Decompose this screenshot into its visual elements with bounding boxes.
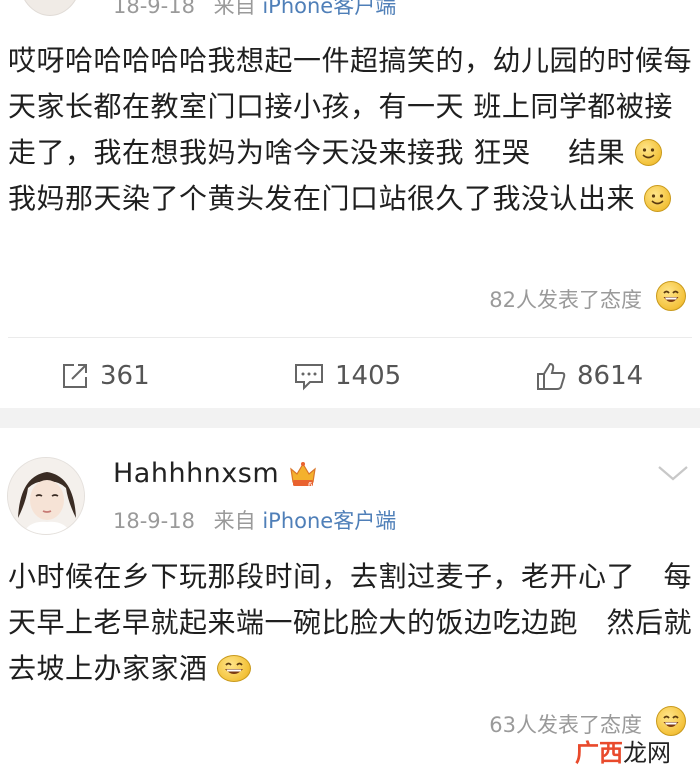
post1-from: 来自 bbox=[213, 0, 256, 18]
repost-button[interactable]: 361 bbox=[60, 356, 150, 396]
like-count: 8614 bbox=[577, 361, 644, 391]
post2-date: 18-9-18 bbox=[113, 509, 195, 533]
post2-meta: 18-9-18 来自 iPhone客户端 bbox=[113, 505, 396, 535]
post1-source-link[interactable]: iPhone客户端 bbox=[262, 0, 396, 18]
post2-from: 来自 bbox=[213, 509, 256, 533]
svg-text:6: 6 bbox=[308, 481, 313, 488]
avatar[interactable] bbox=[7, 457, 85, 535]
laughing-emoji-icon[interactable] bbox=[656, 281, 686, 311]
smile-emoji-icon bbox=[634, 139, 662, 166]
post1-attitude-text[interactable]: 82人发表了态度 bbox=[489, 284, 642, 314]
comment-button[interactable]: 1405 bbox=[293, 356, 401, 396]
feed-separator bbox=[0, 408, 700, 428]
chevron-down-icon[interactable] bbox=[656, 462, 690, 484]
like-button[interactable]: 8614 bbox=[535, 356, 643, 396]
post1-divider bbox=[8, 337, 692, 338]
post2-source-link[interactable]: iPhone客户端 bbox=[262, 509, 396, 533]
post2-text-body: 小时候在乡下玩那段时间，去割过麦子，老开心了 每天早上老早就起来端一碗比脸大的饭… bbox=[8, 560, 693, 685]
post1-text-part1: 哎呀哈哈哈哈哈我想起一件超搞笑的，幼儿园的时候每天家长都在教室门口接小孩，有一天… bbox=[8, 44, 693, 169]
laughing-emoji-icon bbox=[216, 655, 251, 682]
comment-count: 1405 bbox=[335, 361, 402, 391]
comment-icon bbox=[295, 364, 323, 391]
post1-text: 哎呀哈哈哈哈哈我想起一件超搞笑的，幼儿园的时候每天家长都在教室门口接小孩，有一天… bbox=[8, 38, 694, 222]
like-icon bbox=[537, 362, 566, 390]
watermark-black: 龙网 bbox=[623, 739, 671, 767]
post1-meta: 18-9-18 来自 iPhone客户端 bbox=[113, 0, 396, 20]
repost-icon bbox=[63, 364, 87, 388]
crown-badge-icon: 6 bbox=[288, 460, 318, 489]
watermark: 广西龙网 bbox=[575, 733, 671, 768]
username[interactable]: Hahhhnxsm bbox=[113, 458, 279, 489]
post1-date: 18-9-18 bbox=[113, 0, 195, 18]
post1-avatar-partial[interactable] bbox=[18, 0, 82, 16]
smile-emoji-icon bbox=[644, 185, 672, 212]
post2-text: 小时候在乡下玩那段时间，去割过麦子，老开心了 每天早上老早就起来端一碗比脸大的饭… bbox=[8, 554, 694, 692]
watermark-red: 广西 bbox=[575, 739, 623, 767]
laughing-emoji-icon[interactable] bbox=[656, 706, 686, 736]
repost-count: 361 bbox=[100, 361, 150, 391]
